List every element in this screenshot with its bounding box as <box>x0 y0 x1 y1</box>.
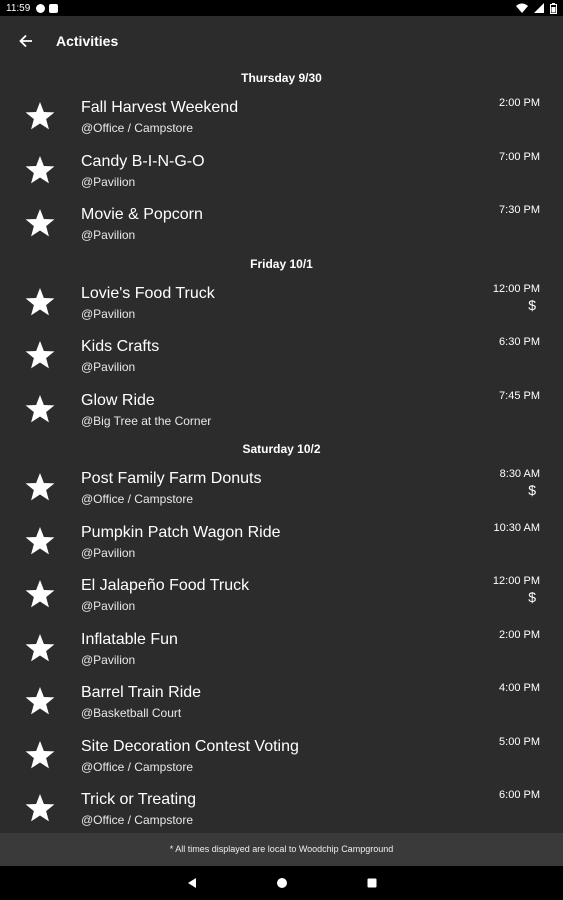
event-name: Kids Crafts <box>81 338 160 355</box>
event-name: Post Family Farm Donuts <box>81 470 262 487</box>
wifi-icon <box>516 3 528 13</box>
page-title: Activities <box>56 33 119 49</box>
event-time: 10:30 AM <box>493 521 540 534</box>
star-icon[interactable] <box>24 286 56 318</box>
event-time: 4:00 PM <box>499 682 540 694</box>
nav-home-button[interactable] <box>237 866 327 900</box>
status-time: 11:59 <box>6 2 31 14</box>
star-icon[interactable] <box>24 100 56 132</box>
day-header: Friday 10/1 <box>250 256 313 271</box>
event-row[interactable]: Barrel Train Ride @Basketball Court 4:00… <box>0 676 563 730</box>
timezone-note: * All times displayed are local to Woodc… <box>0 833 563 866</box>
nav-recents-button[interactable] <box>327 866 417 900</box>
event-location: @Pavilion <box>81 545 136 560</box>
nav-back-button[interactable] <box>147 866 237 900</box>
event-location: @Pavilion <box>81 306 136 321</box>
app-bar: Activities <box>0 16 563 66</box>
event-location: @Pavilion <box>81 652 136 667</box>
arrow-left-icon <box>19 34 32 48</box>
star-icon[interactable] <box>24 792 56 824</box>
event-location: @Office / Campstore <box>81 121 193 135</box>
day-header: Thursday 9/30 <box>241 71 322 85</box>
event-row[interactable]: Candy B-I-N-G-O @Pavilion 7:00 PM <box>0 145 563 199</box>
event-name: Lovie's Food Truck <box>81 284 215 302</box>
event-cost: $ <box>528 296 536 313</box>
event-name: Inflatable Fun <box>81 630 178 648</box>
star-icon[interactable] <box>24 207 56 239</box>
event-cost: $ <box>528 482 536 498</box>
notification-icon <box>36 3 46 13</box>
event-time: 2:00 PM <box>499 97 540 109</box>
event-name: Barrel Train Ride <box>81 684 202 701</box>
event-row[interactable]: Pumpkin Patch Wagon Ride @Pavilion 10:30… <box>0 516 563 570</box>
event-time: 7:00 PM <box>499 150 540 163</box>
event-name: Trick or Treating <box>81 791 196 808</box>
event-name: Glow Ride <box>81 391 155 409</box>
event-name: Site Decoration Contest Voting <box>81 737 299 755</box>
event-row[interactable]: Inflatable Fun @Pavilion 2:00 PM <box>0 623 563 677</box>
day-section: Thursday 9/30 Fall Harvest Weekend @Offi… <box>0 66 563 252</box>
signal-icon <box>534 3 544 13</box>
event-row[interactable]: El Jalapeño Food Truck @Pavilion 12:00 P… <box>0 569 563 623</box>
event-row[interactable]: Post Family Farm Donuts @Office / Campst… <box>0 462 563 516</box>
day-section: Friday 10/1 Lovie's Food Truck @Pavilion… <box>0 252 563 438</box>
event-location: @Pavilion <box>81 599 136 613</box>
event-time: 8:30 AM <box>499 468 540 480</box>
event-cost: $ <box>528 589 536 605</box>
event-location: @Basketball Court <box>81 706 182 720</box>
event-name: Pumpkin Patch Wagon Ride <box>81 523 281 541</box>
star-icon[interactable] <box>24 393 56 425</box>
event-location: @Pavilion <box>81 174 136 189</box>
event-location: @Office / Campstore <box>81 759 193 774</box>
event-name: Candy B-I-N-G-O <box>81 152 205 170</box>
event-time: 6:00 PM <box>499 789 540 801</box>
event-time: 12:00 PM <box>492 575 540 587</box>
event-row[interactable]: Kids Crafts @Pavilion 6:30 PM <box>0 330 563 384</box>
event-time: 12:00 PM <box>492 282 540 295</box>
star-icon[interactable] <box>24 471 56 503</box>
system-nav-bar <box>0 866 563 900</box>
activities-list[interactable]: Thursday 9/30 Fall Harvest Weekend @Offi… <box>0 66 563 833</box>
event-name: El Jalapeño Food Truck <box>81 577 250 594</box>
event-time: 5:00 PM <box>499 735 540 748</box>
event-location: @Big Tree at the Corner <box>81 413 212 428</box>
circle-home-icon <box>276 878 287 888</box>
star-icon[interactable] <box>24 339 56 371</box>
sim-icon <box>49 3 59 13</box>
event-time: 6:30 PM <box>499 336 540 348</box>
event-location: @Office / Campstore <box>81 813 193 827</box>
event-time: 2:00 PM <box>499 628 540 641</box>
event-row[interactable]: Fall Harvest Weekend @Office / Campstore… <box>0 91 563 145</box>
event-name: Fall Harvest Weekend <box>81 99 239 116</box>
event-row[interactable]: Movie & Popcorn @Pavilion 7:30 PM <box>0 198 563 252</box>
battery-icon <box>550 2 557 14</box>
star-icon[interactable] <box>24 739 56 771</box>
triangle-back-icon <box>187 878 196 888</box>
day-header: Saturday 10/2 <box>242 442 321 456</box>
star-icon[interactable] <box>24 578 56 610</box>
event-row[interactable]: Glow Ride @Big Tree at the Corner 7:45 P… <box>0 384 563 438</box>
back-button[interactable] <box>0 16 52 66</box>
event-time: 7:45 PM <box>499 389 540 402</box>
event-row[interactable]: Lovie's Food Truck @Pavilion 12:00 PM $ <box>0 277 563 331</box>
event-location: @Office / Campstore <box>81 492 193 506</box>
square-recents-icon <box>367 878 376 888</box>
star-icon[interactable] <box>24 685 56 717</box>
event-time: 7:30 PM <box>499 204 540 216</box>
event-name: Movie & Popcorn <box>81 206 203 223</box>
day-section: Saturday 10/2 Post Family Farm Donuts @O… <box>0 437 563 833</box>
event-row[interactable]: Trick or Treating @Office / Campstore 6:… <box>0 783 563 833</box>
star-icon[interactable] <box>24 525 56 557</box>
status-bar: 11:59 <box>0 0 563 16</box>
event-location: @Pavilion <box>81 360 136 374</box>
star-icon[interactable] <box>24 632 56 664</box>
star-icon[interactable] <box>24 154 56 186</box>
event-location: @Pavilion <box>81 228 136 242</box>
event-row[interactable]: Site Decoration Contest Voting @Office /… <box>0 730 563 784</box>
